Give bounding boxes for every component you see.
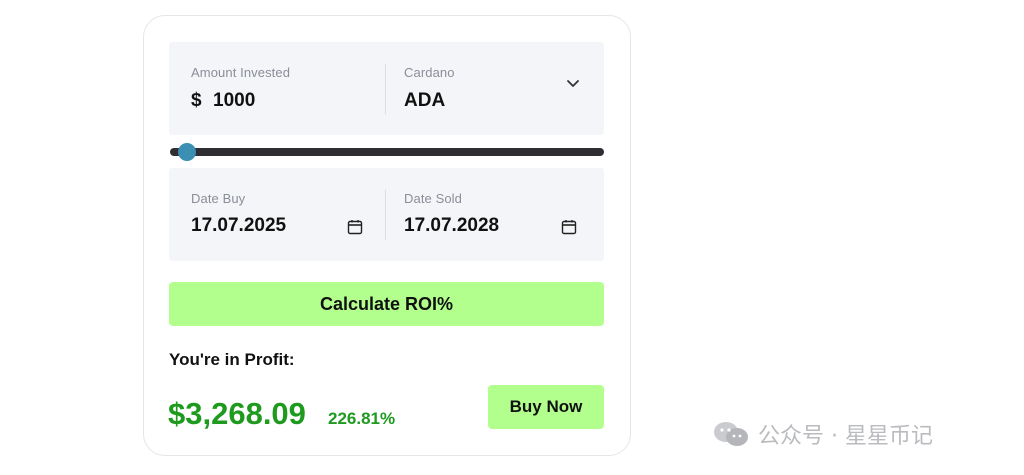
date-sold-label: Date Sold xyxy=(404,191,462,206)
panel-divider xyxy=(385,64,386,114)
profit-amount: $3,268.09 xyxy=(168,396,306,431)
date-sold-value: 17.07.2028 xyxy=(404,215,500,236)
amount-invested-input[interactable]: $ 1000 xyxy=(191,90,371,116)
panel-divider xyxy=(385,190,386,240)
date-buy-label: Date Buy xyxy=(191,191,246,206)
amount-value: 1000 xyxy=(213,90,256,111)
watermark: 公众号 · 星星币记 xyxy=(712,418,933,450)
date-sold-field[interactable]: Date Sold 17.07.2028 xyxy=(404,183,594,245)
buy-now-button[interactable]: Buy Now xyxy=(488,385,604,429)
calculate-roi-button[interactable]: Calculate ROI% xyxy=(169,282,604,326)
profit-percent: 226.81% xyxy=(328,409,396,428)
coin-select[interactable]: Cardano ADA xyxy=(404,57,594,119)
investment-panel: Amount Invested $ 1000 Cardano ADA xyxy=(169,42,604,135)
time-slider-track[interactable] xyxy=(170,148,604,156)
profit-label: You're in Profit: xyxy=(169,350,295,369)
coin-label: Cardano xyxy=(404,65,455,80)
watermark-text: 公众号 · 星星币记 xyxy=(758,424,933,449)
dates-panel: Date Buy 17.07.2025 Date Sold 17.07.2028 xyxy=(169,168,604,261)
chevron-down-icon[interactable] xyxy=(565,78,581,90)
calendar-icon[interactable] xyxy=(561,219,577,235)
date-buy-field[interactable]: Date Buy 17.07.2025 xyxy=(191,183,371,245)
coin-value: ADA xyxy=(404,90,446,111)
currency-symbol: $ xyxy=(191,90,202,111)
wechat-icon xyxy=(714,422,748,446)
amount-invested-label: Amount Invested xyxy=(191,65,291,80)
date-buy-value: 17.07.2025 xyxy=(191,215,287,236)
calendar-icon[interactable] xyxy=(347,219,363,235)
